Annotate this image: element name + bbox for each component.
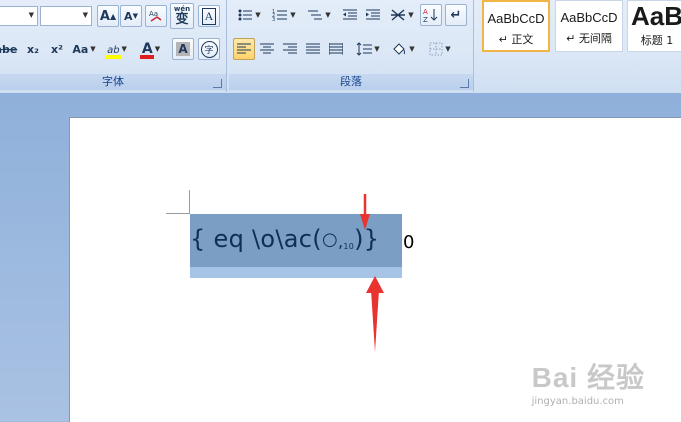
watermark-url: jingyan.baidu.com <box>531 396 624 407</box>
baidu-watermark: Bai 经验 jingyan.baidu.com <box>532 356 645 407</box>
baidu-logo: Bai 经验 <box>531 362 645 393</box>
arrow-up-icon <box>366 276 384 352</box>
arrow-down-icon <box>360 194 370 230</box>
